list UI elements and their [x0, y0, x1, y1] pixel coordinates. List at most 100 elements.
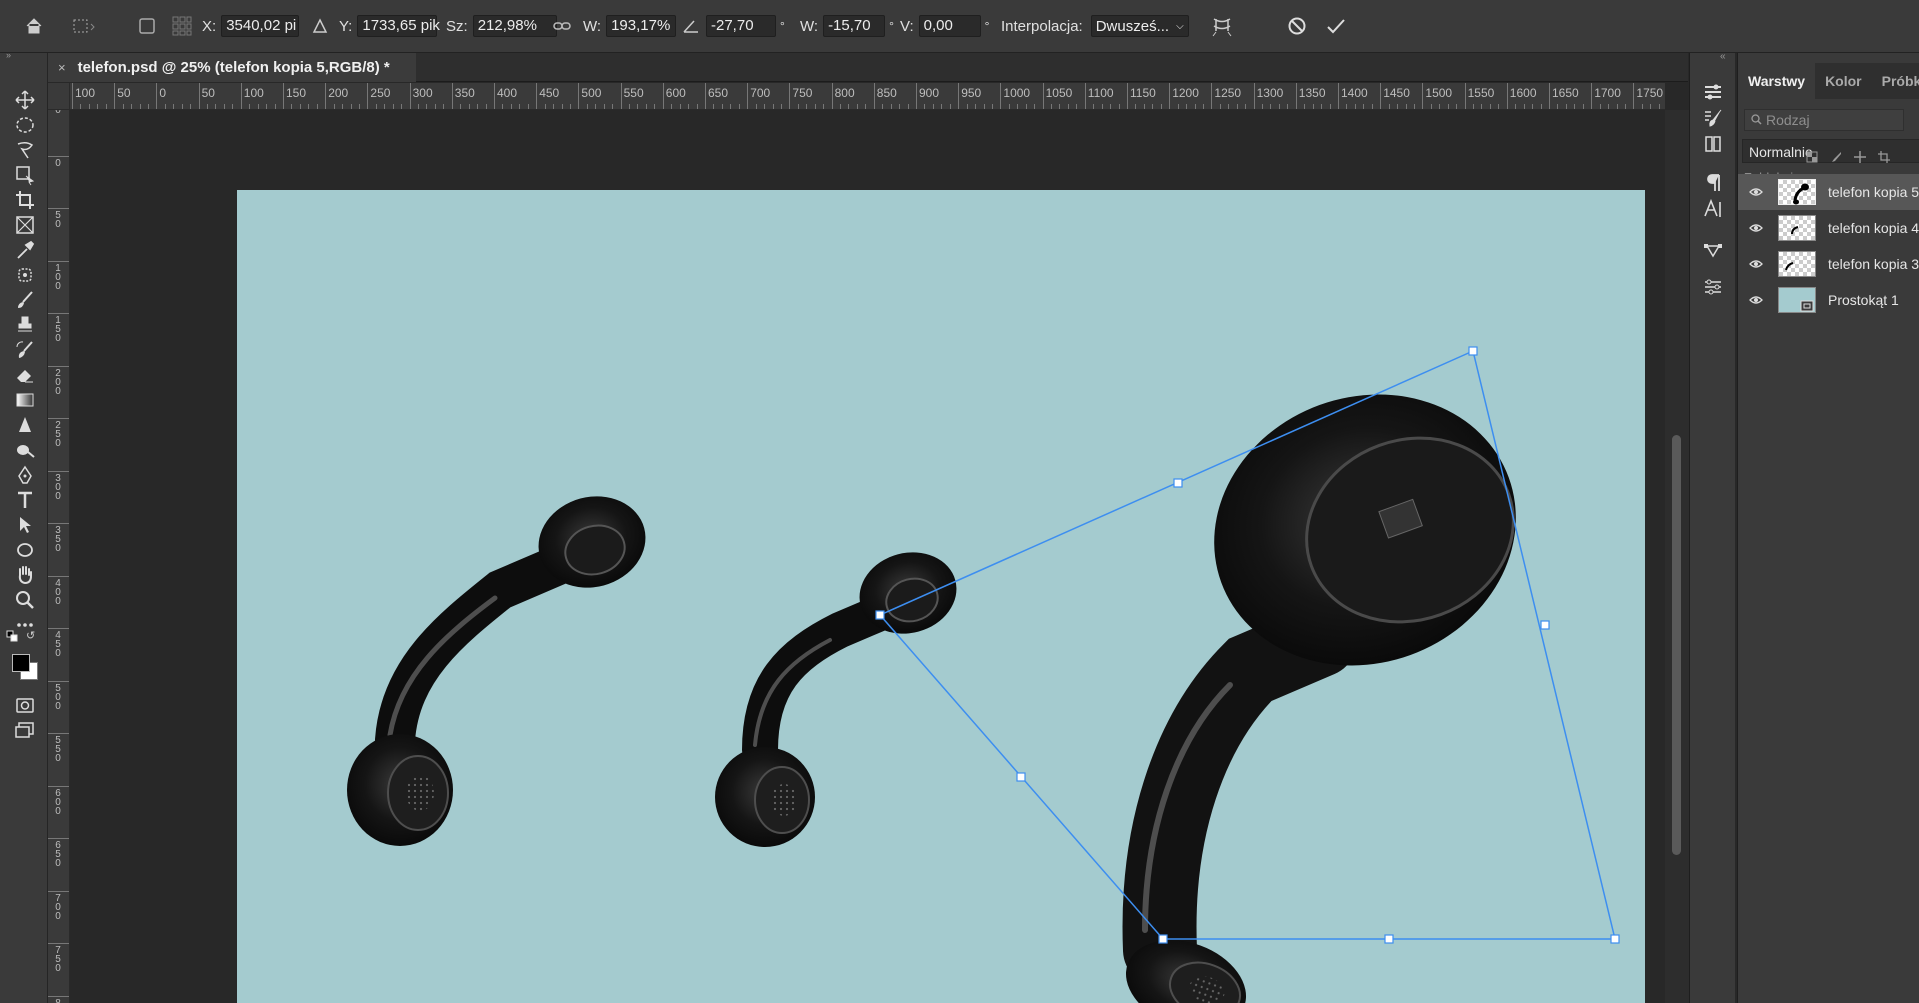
elliptical-marquee-icon[interactable] — [12, 112, 38, 138]
ruler-minor-tick — [316, 104, 318, 109]
scrollbar-thumb[interactable] — [1672, 435, 1681, 855]
transform-handle-top-right[interactable] — [1468, 346, 1478, 356]
brush-settings-icon[interactable] — [1700, 105, 1726, 131]
ruler-minor-tick — [671, 104, 673, 109]
transform-handle-top-left[interactable] — [875, 610, 885, 620]
layer-row[interactable]: telefon kopia 5 — [1738, 174, 1919, 210]
close-tab-icon[interactable]: × — [58, 60, 66, 75]
lock-artboard-icon[interactable] — [1878, 150, 1890, 168]
reference-point-grid-icon[interactable] — [168, 12, 196, 40]
paragraph-panel-icon[interactable] — [1700, 170, 1726, 196]
interpolation-select[interactable]: Dwusześ... ⌵ — [1090, 15, 1189, 37]
visibility-eye-icon[interactable] — [1746, 187, 1766, 197]
transform-handle-bottom-right[interactable] — [1610, 934, 1620, 944]
layer-row[interactable]: Prostokąt 1 — [1738, 282, 1919, 318]
transform-handle-right[interactable] — [1540, 620, 1550, 630]
ruler-minor-tick — [1557, 104, 1559, 109]
lock-image-pixels-icon[interactable] — [1830, 150, 1842, 168]
color-swatches[interactable] — [12, 654, 39, 681]
ruler-minor-tick — [966, 104, 968, 109]
adjustments-panel-icon[interactable] — [1700, 274, 1726, 300]
ruler-minor-tick — [637, 104, 639, 109]
height-scale-input[interactable]: 193,17% — [606, 15, 677, 37]
pen-tool-icon[interactable] — [12, 462, 38, 488]
ruler-label: 100 — [55, 262, 61, 292]
width-scale-input[interactable]: 212,98% — [472, 15, 557, 37]
tab-color[interactable]: Kolor — [1815, 63, 1872, 99]
link-icon[interactable] — [548, 12, 576, 40]
properties-panel-icon[interactable] — [1700, 79, 1726, 105]
clone-stamp-icon[interactable] — [12, 312, 38, 338]
document-tab[interactable]: × telefon.psd @ 25% (telefon kopia 5,RGB… — [48, 53, 416, 82]
ruler-minor-tick — [266, 104, 268, 109]
transform-handle-bottom[interactable] — [1384, 934, 1394, 944]
ruler-minor-tick — [1262, 104, 1264, 109]
collapse-panels-icon[interactable]: « — [1720, 51, 1726, 62]
options-bar: X: 3540,02 pi Y: 1733,65 pik Sz: 212,98%… — [0, 0, 1919, 53]
commit-transform-icon[interactable] — [1322, 12, 1350, 40]
move-tool-icon[interactable] — [12, 87, 38, 113]
transform-handle-top[interactable] — [1173, 478, 1183, 488]
visibility-eye-icon[interactable] — [1746, 259, 1766, 269]
horizontal-ruler[interactable]: 100 50 0 50 100 150 200 250 300 350 400 450 500 550 60… — [70, 83, 1665, 110]
transform-handle-bottom-left[interactable] — [1158, 934, 1168, 944]
layer-row[interactable]: telefon kopia 4 — [1738, 210, 1919, 246]
delta-icon[interactable] — [306, 12, 334, 40]
transform-tool-preset-icon[interactable] — [70, 12, 98, 40]
ruler-tick — [48, 943, 69, 944]
clone-source-icon[interactable] — [1700, 131, 1726, 157]
eyedropper-icon[interactable] — [12, 237, 38, 263]
quick-mask-icon[interactable] — [12, 692, 38, 718]
swap-colors-icon[interactable]: ↺ — [26, 629, 35, 642]
layer-filter-select[interactable]: Rodzaj — [1744, 109, 1904, 131]
type-tool-icon[interactable] — [12, 487, 38, 513]
path-selection-icon[interactable] — [12, 512, 38, 538]
visibility-eye-icon[interactable] — [1746, 223, 1766, 233]
vertical-scrollbar[interactable] — [1665, 110, 1689, 1003]
layer-row[interactable]: telefon kopia 3 — [1738, 246, 1919, 282]
tab-swatches[interactable]: Próbki — [1872, 63, 1919, 99]
crop-tool-icon[interactable] — [12, 187, 38, 213]
zoom-tool-icon[interactable] — [12, 587, 38, 613]
collapse-toolbar-icon[interactable]: » — [6, 50, 11, 60]
rotation-input[interactable]: -27,70 — [706, 15, 776, 37]
ruler-minor-tick — [1202, 104, 1204, 109]
layer-thumbnail — [1778, 215, 1816, 241]
dodge-tool-icon[interactable] — [12, 437, 38, 463]
history-brush-icon[interactable] — [12, 337, 38, 363]
horizontal-skew-input[interactable]: -15,70 — [823, 15, 886, 37]
vertical-ruler[interactable]: 0050100150200250300350400450500550600650… — [48, 83, 70, 1003]
x-position-input[interactable]: 3540,02 pi — [221, 15, 300, 37]
lock-position-icon[interactable] — [1854, 150, 1866, 168]
gradient-tool-icon[interactable] — [12, 387, 38, 413]
character-panel-icon[interactable] — [1700, 196, 1726, 222]
brush-tool-icon[interactable] — [12, 287, 38, 313]
ellipse-tool-icon[interactable] — [12, 537, 38, 563]
warp-mode-icon[interactable] — [1208, 12, 1236, 40]
visibility-eye-icon[interactable] — [1746, 295, 1766, 305]
document-title: telefon.psd @ 25% (telefon kopia 5,RGB/8… — [77, 59, 390, 76]
paths-panel-icon[interactable] — [1700, 236, 1726, 262]
healing-brush-icon[interactable] — [12, 262, 38, 288]
eraser-icon[interactable] — [12, 362, 38, 388]
screen-mode-icon[interactable] — [12, 717, 38, 743]
vertical-skew-input[interactable]: 0,00 — [918, 15, 981, 37]
ruler-minor-tick — [899, 104, 901, 109]
default-colors-icon[interactable] — [6, 629, 20, 647]
tab-layers[interactable]: Warstwy — [1738, 63, 1816, 99]
lasso-tool-icon[interactable] — [12, 137, 38, 163]
frame-tool-icon[interactable] — [12, 212, 38, 238]
ruler-minor-tick — [713, 104, 715, 109]
blur-tool-icon[interactable] — [12, 412, 38, 438]
home-icon[interactable] — [20, 12, 48, 40]
y-label: Y: — [339, 17, 353, 35]
canvas-area[interactable] — [70, 110, 1665, 1003]
object-selection-icon[interactable] — [12, 162, 38, 188]
lock-transparency-icon[interactable] — [1806, 150, 1818, 168]
reference-point-checkbox[interactable] — [133, 12, 161, 40]
hand-tool-icon[interactable] — [12, 562, 38, 588]
foreground-color-swatch[interactable] — [12, 654, 30, 672]
cancel-transform-icon[interactable] — [1283, 12, 1311, 40]
y-position-input[interactable]: 1733,65 pik — [357, 15, 440, 37]
transform-handle-left[interactable] — [1016, 772, 1026, 782]
